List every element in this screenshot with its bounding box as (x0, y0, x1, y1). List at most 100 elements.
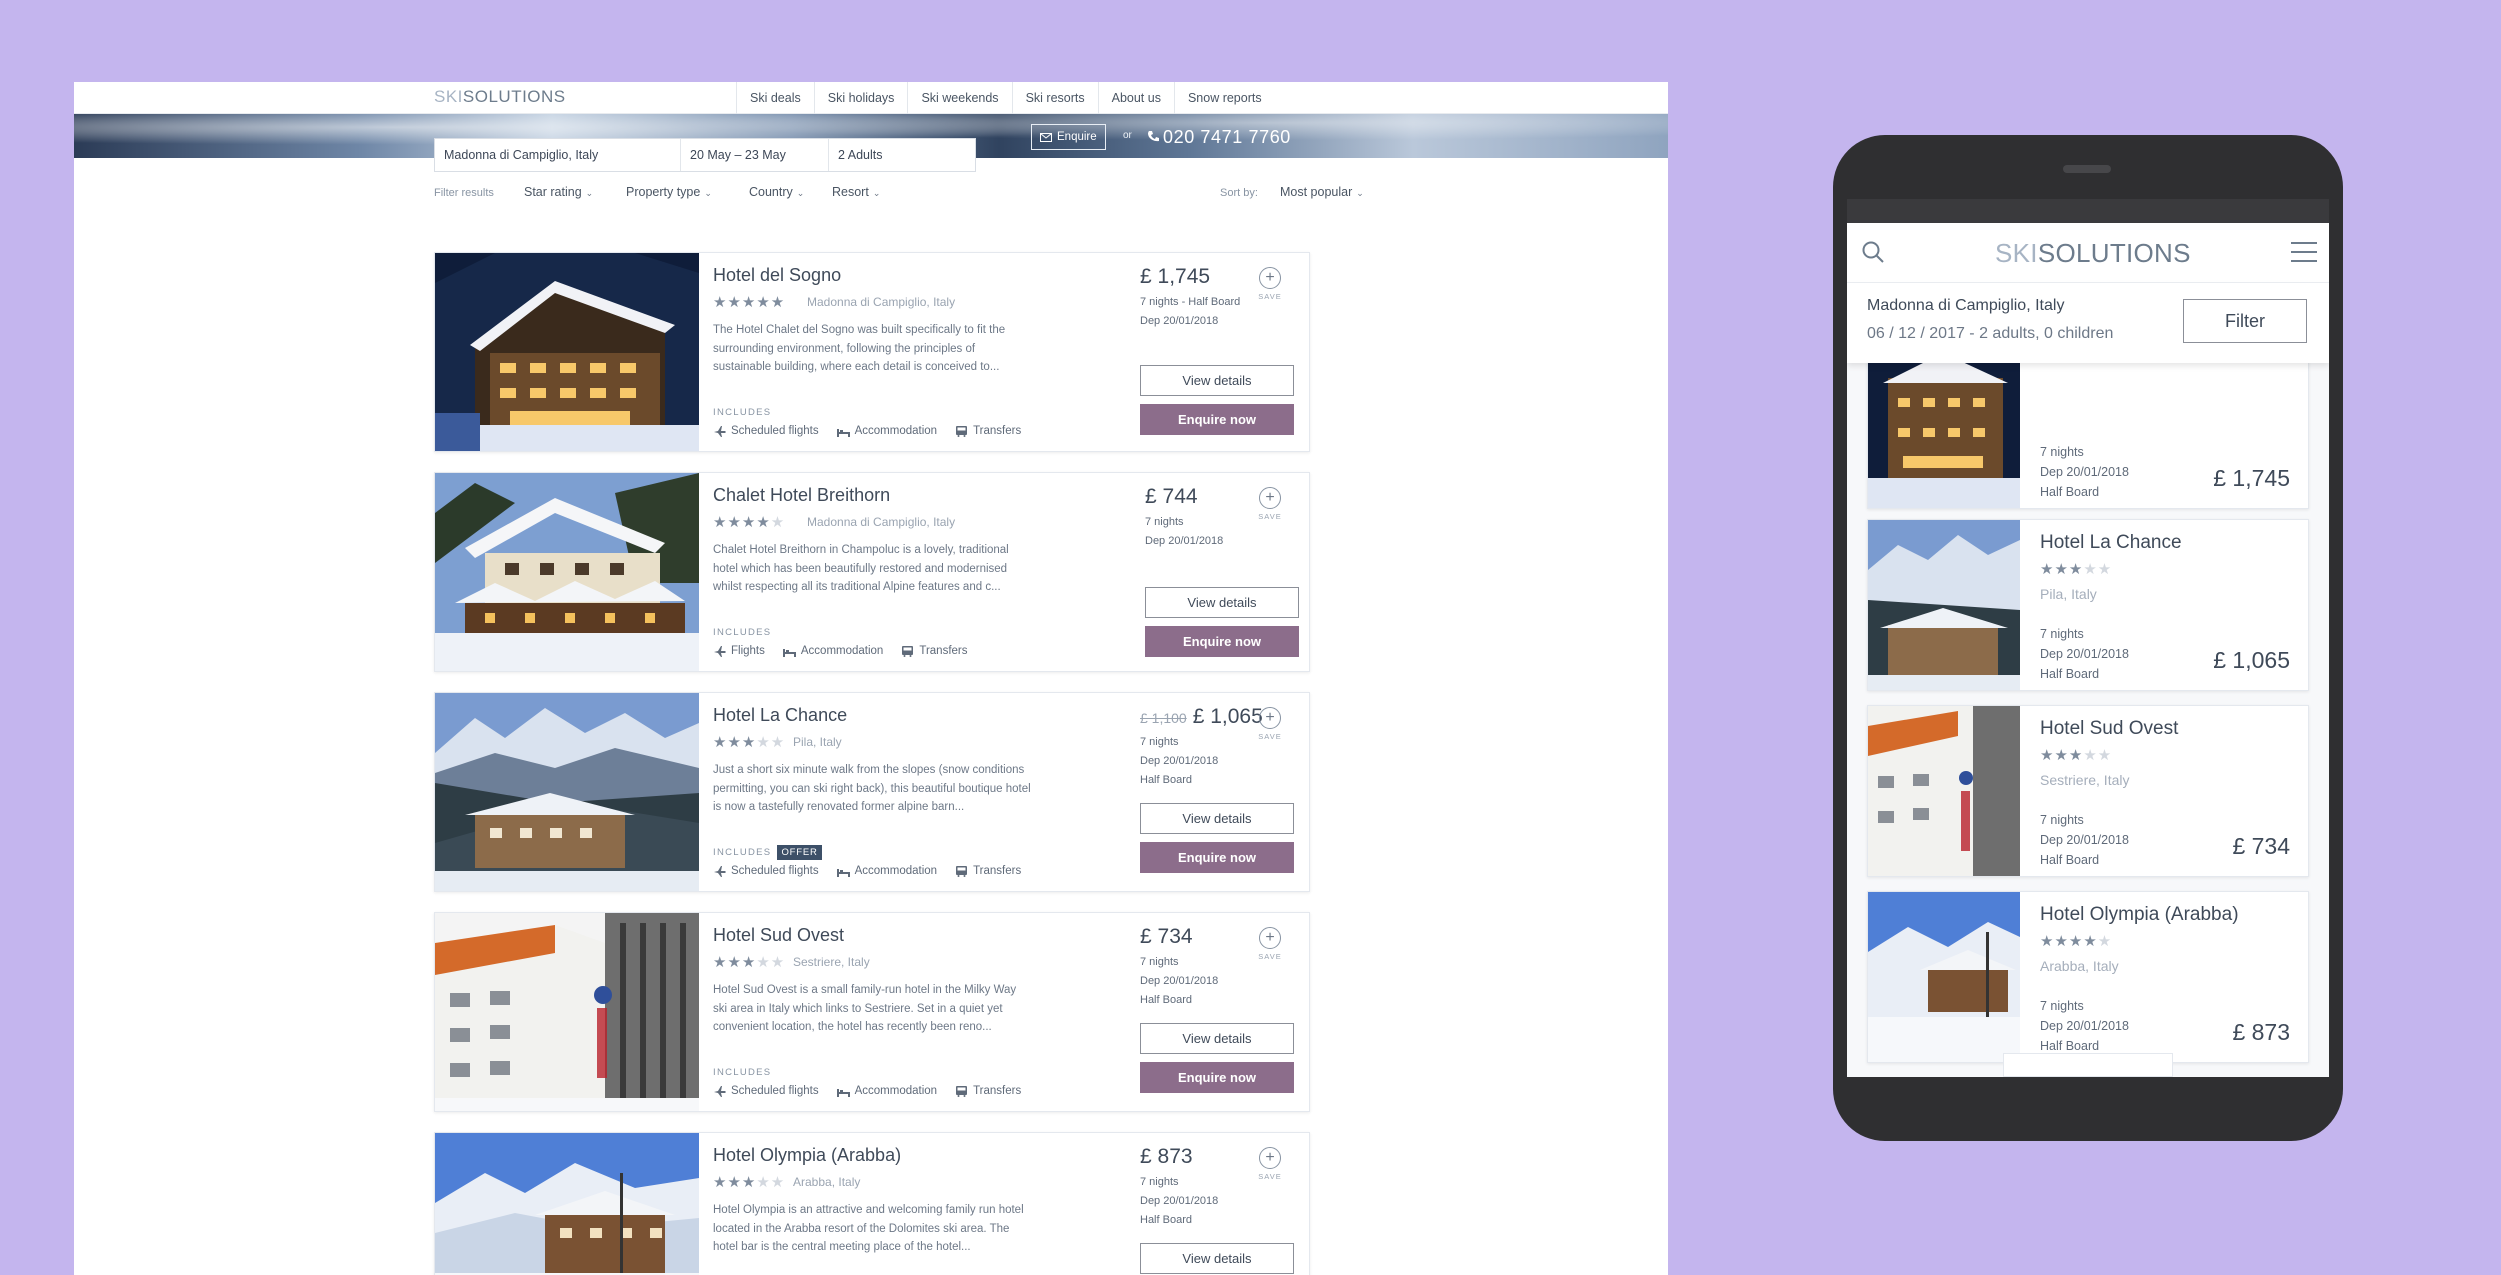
hotel-photo[interactable] (435, 473, 699, 671)
sort-dropdown[interactable]: Most popular ⌄ (1280, 185, 1364, 199)
summary-location: Madonna di Campiglio, Italy (1867, 297, 2065, 314)
hotel-olympia-image (435, 1133, 699, 1275)
phone-number[interactable]: 020 7471 7760 (1147, 124, 1291, 150)
includes-label: INCLUDES (713, 627, 772, 638)
hotel-photo (1868, 338, 2020, 508)
stay-meta: 7 nights Dep 20/01/2018 Half Board (2040, 445, 2129, 499)
filter-star-rating[interactable]: Star rating ⌄ (524, 185, 593, 199)
hotel-name[interactable]: Hotel del Sogno (713, 265, 841, 286)
includes-label: INCLUDES OFFER (713, 845, 822, 860)
price: £ 734 (2232, 833, 2290, 859)
view-details-button[interactable]: View details (1140, 365, 1294, 396)
feature-accommodation: Accommodation (836, 1085, 937, 1097)
hotel-del-sogno-image (435, 253, 699, 451)
hamburger-menu-icon[interactable] (2291, 242, 2317, 269)
view-details-button[interactable]: View details (1145, 587, 1299, 618)
nav-ski-resorts[interactable]: Ski resorts (1011, 82, 1098, 114)
filter-resort[interactable]: Resort ⌄ (832, 185, 880, 199)
header-enquire-button[interactable]: Enquire (1031, 124, 1106, 150)
sort-by-label: Sort by: (1220, 187, 1258, 199)
feature-flights: Scheduled flights (713, 425, 819, 437)
hotel-photo[interactable] (435, 693, 699, 891)
chevron-down-icon: ⌄ (796, 188, 805, 198)
save-button[interactable]: + SAVE (1258, 707, 1282, 741)
nav-snow-reports[interactable]: Snow reports (1173, 82, 1275, 114)
star-filled-icon: ★★★★ (713, 514, 771, 531)
guests-field[interactable]: 2 Adults (829, 139, 975, 171)
chevron-down-icon: ⌄ (872, 188, 881, 198)
star-rating: ★★★★★ (2040, 932, 2112, 950)
hotel-name[interactable]: Hotel Sud Ovest (713, 925, 844, 946)
nav-ski-weekends[interactable]: Ski weekends (907, 82, 1011, 114)
hotel-name[interactable]: Chalet Hotel Breithorn (713, 485, 890, 506)
listing-card: Hotel Sud Ovest ★★★★★ Sestriere, Italy H… (434, 912, 1310, 1112)
save-button[interactable]: + SAVE (1258, 927, 1282, 961)
offer-badge: OFFER (777, 845, 822, 860)
star-rating: ★★★★★ (713, 513, 785, 531)
hotel-photo[interactable] (435, 913, 699, 1111)
mobile-listing-card[interactable]: Hotel Sud Ovest ★★★★★ Sestriere, Italy 7… (1867, 705, 2309, 877)
mobile-logo[interactable]: SKISOLUTIONS (1995, 238, 2191, 269)
listing-card: Hotel del Sogno ★★★★★ Madonna di Campigl… (434, 252, 1310, 452)
hotel-description: Hotel Olympia is an attractive and welco… (713, 1204, 1024, 1253)
hotel-photo (1868, 520, 2020, 690)
stay-meta: 7 nights Dep 20/01/2018 Half Board (1140, 1176, 1219, 1226)
nav-about-us[interactable]: About us (1097, 82, 1174, 114)
view-details-button[interactable]: View details (1140, 1023, 1294, 1054)
includes-label: INCLUDES (713, 407, 772, 418)
save-button[interactable]: + SAVE (1258, 1147, 1282, 1181)
feature-transfers: Transfers (955, 1085, 1021, 1097)
enquire-now-button[interactable]: Enquire now (1145, 626, 1299, 657)
bed-icon (836, 868, 850, 877)
hotel-location: Pila, Italy (2040, 586, 2097, 602)
save-button[interactable]: + SAVE (1258, 487, 1282, 521)
mobile-listing-card[interactable]: Hotel Olympia (Arabba) ★★★★★ Arabba, Ita… (1867, 891, 2309, 1063)
filter-resort-label: Resort (832, 185, 869, 199)
plus-icon: + (1259, 927, 1281, 949)
hotel-name: Hotel Sud Ovest (2040, 718, 2179, 739)
hotel-description: Just a short six minute walk from the sl… (713, 764, 1031, 813)
chevron-down-icon: ⌄ (1356, 188, 1364, 198)
site-logo[interactable]: SKISOLUTIONS (434, 87, 566, 107)
bus-icon (956, 1085, 968, 1097)
filter-country[interactable]: Country ⌄ (749, 185, 804, 199)
hotel-la-chance-image (435, 693, 699, 891)
filter-property-type[interactable]: Property type ⌄ (626, 185, 712, 199)
destination-field[interactable]: Madonna di Campiglio, Italy (435, 139, 681, 171)
view-details-button[interactable]: View details (1140, 1243, 1294, 1274)
dates-field[interactable]: 20 May – 23 May (681, 139, 829, 171)
enquire-label: Enquire (1057, 131, 1097, 143)
hotel-location: Arabba, Italy (2040, 958, 2119, 974)
hotel-photo (1868, 892, 2020, 1062)
nav-ski-deals[interactable]: Ski deals (736, 82, 814, 114)
hotel-name[interactable]: Hotel La Chance (713, 705, 847, 726)
plus-icon: + (1259, 1147, 1281, 1169)
sort-value: Most popular (1280, 185, 1353, 199)
hotel-name[interactable]: Hotel Olympia (Arabba) (713, 1145, 901, 1166)
filter-button[interactable]: Filter (2183, 299, 2307, 343)
hotel-location: Pila, Italy (793, 735, 842, 749)
enquire-now-button[interactable]: Enquire now (1140, 404, 1294, 435)
search-icon[interactable] (1861, 240, 1885, 269)
feature-accommodation: Accommodation (836, 425, 937, 437)
bus-icon (902, 645, 914, 657)
hotel-photo[interactable] (435, 253, 699, 451)
feature-flights: Flights (713, 645, 765, 657)
star-empty-icon: ★★ (756, 734, 786, 751)
hotel-location: Sestriere, Italy (2040, 772, 2130, 788)
filter-property-type-label: Property type (626, 185, 701, 199)
hotel-photo[interactable] (435, 1133, 699, 1275)
chalet-breithorn-image (435, 473, 699, 671)
phone-speaker (2063, 165, 2111, 173)
save-button[interactable]: + SAVE (1258, 267, 1282, 301)
nav-ski-holidays[interactable]: Ski holidays (813, 82, 908, 114)
enquire-now-button[interactable]: Enquire now (1140, 1062, 1294, 1093)
plane-icon (714, 1085, 726, 1097)
stay-meta: 7 nights Dep 20/01/2018 Half Board (2040, 813, 2129, 867)
hotel-location: Madonna di Campiglio, Italy (807, 295, 956, 309)
search-summary: Madonna di Campiglio, Italy 06 / 12 / 20… (1847, 283, 2329, 363)
view-details-button[interactable]: View details (1140, 803, 1294, 834)
mobile-listing-card[interactable]: Hotel La Chance ★★★★★ Pila, Italy 7 nigh… (1867, 519, 2309, 691)
enquire-now-button[interactable]: Enquire now (1140, 842, 1294, 873)
pagination-partial (2003, 1053, 2173, 1077)
